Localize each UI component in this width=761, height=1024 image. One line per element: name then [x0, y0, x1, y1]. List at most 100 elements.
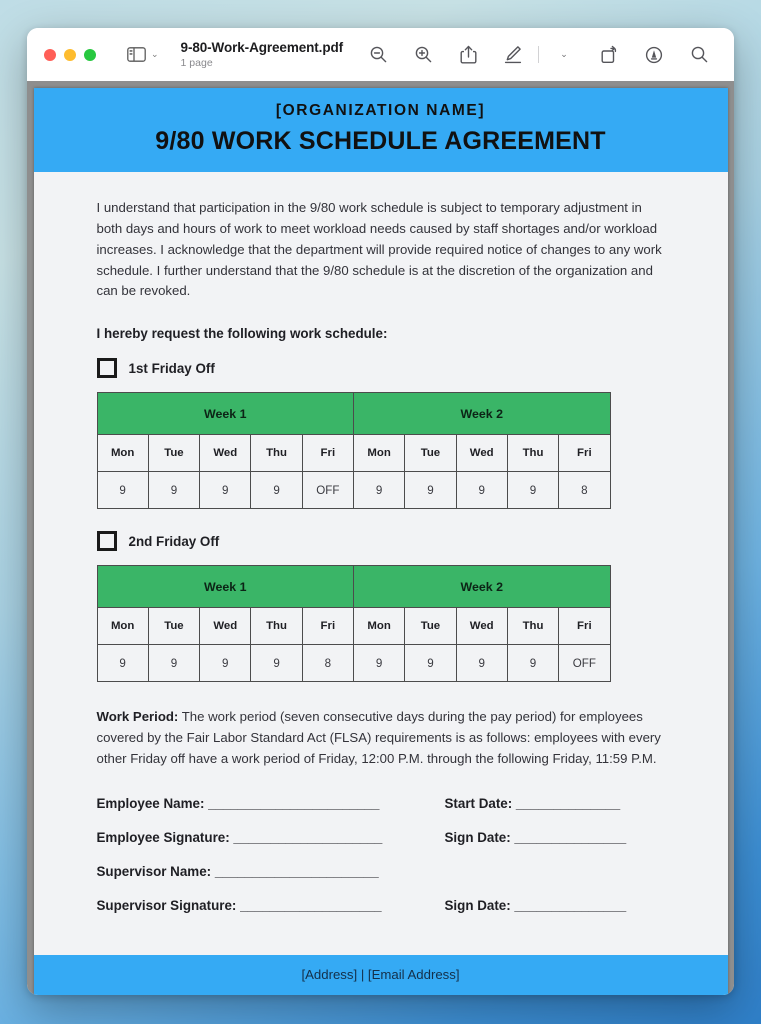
work-period-paragraph: Work Period: The work period (seven cons…: [97, 707, 666, 770]
pen-markup-icon: [504, 46, 522, 64]
work-period-text: The work period (seven consecutive days …: [96, 709, 661, 767]
supervisor-name-field[interactable]: Supervisor Name: ______________________: [97, 864, 445, 879]
day-header: Fri: [558, 607, 611, 646]
day-header: Thu: [250, 607, 303, 646]
hours-cell: 9: [455, 471, 508, 510]
supervisor-name-spacer: [445, 864, 666, 879]
hours-cell: 9: [199, 644, 252, 683]
day-header: Thu: [250, 434, 303, 473]
day-header: Tue: [404, 607, 457, 646]
checkbox-1st-friday-off[interactable]: [96, 358, 117, 379]
option-label-2: 2nd Friday Off: [128, 533, 220, 549]
table-row-hours: 9 9 9 9 OFF 9 9 9 9 8: [96, 471, 611, 510]
document-main-title: 9/80 WORK SCHEDULE AGREEMENT: [155, 127, 606, 155]
table-row-weeks: Week 1 Week 2: [96, 392, 611, 436]
week-header-2: Week 2: [352, 392, 611, 436]
preview-window: ⌄ 9-80-Work-Agreement.pdf 1 page ⌄ [ORGA…: [27, 28, 734, 995]
day-header: Mon: [96, 607, 149, 646]
day-header: Thu: [506, 607, 560, 646]
hours-cell: 9: [404, 471, 457, 510]
pdf-viewer-area[interactable]: [ORGANIZATION NAME] 9/80 WORK SCHEDULE A…: [27, 81, 734, 995]
rotate-button[interactable]: [598, 44, 620, 66]
signature-section: Employee Name: _______________________ S…: [97, 796, 666, 913]
document-header-banner: [ORGANIZATION NAME] 9/80 WORK SCHEDULE A…: [33, 88, 728, 172]
table-row-hours: 9 9 9 9 8 9 9 9 9 OFF: [96, 644, 611, 683]
day-header: Tue: [404, 434, 457, 473]
document-body: I understand that participation in the 9…: [34, 172, 728, 927]
day-header: Fri: [301, 434, 354, 473]
sign-date-field-1[interactable]: Sign Date: _______________: [445, 830, 666, 845]
share-button[interactable]: [457, 44, 479, 66]
hours-cell: 9: [404, 644, 457, 683]
option-row-1[interactable]: 1st Friday Off: [96, 358, 666, 379]
search-button[interactable]: [688, 44, 710, 66]
hours-cell: 9: [96, 471, 149, 510]
annotate-pen-circle-icon: [645, 46, 663, 63]
window-toolbar: ⌄: [367, 44, 710, 66]
hours-cell: 9: [147, 644, 201, 683]
schedule-table-1: Week 1 Week 2 Mon Tue Wed Thu Fri Mon Tu…: [96, 392, 611, 510]
traffic-light-group: [44, 48, 96, 61]
zoom-out-button[interactable]: [367, 44, 389, 66]
hours-cell: 9: [506, 644, 560, 683]
day-header: Wed: [455, 434, 508, 473]
work-period-label: Work Period:: [96, 709, 179, 725]
zoom-window-button[interactable]: [84, 48, 96, 61]
markup-options-button[interactable]: ⌄: [553, 44, 575, 66]
rotate-icon: [601, 45, 617, 64]
day-header: Mon: [96, 434, 149, 473]
schedule-table-2: Week 1 Week 2 Mon Tue Wed Thu Fri Mon Tu…: [96, 565, 611, 683]
hours-cell: 9: [250, 471, 303, 510]
document-page-count: 1 page: [180, 56, 213, 69]
organization-name: [ORGANIZATION NAME]: [275, 102, 486, 119]
request-heading: I hereby request the following work sche…: [96, 326, 388, 342]
hours-cell: 9: [147, 471, 201, 510]
search-icon: [691, 46, 707, 63]
hours-cell: 9: [455, 644, 508, 683]
day-header: Wed: [455, 607, 508, 646]
zoom-in-button[interactable]: [412, 44, 434, 66]
day-header: Thu: [506, 434, 560, 473]
option-label-1: 1st Friday Off: [128, 360, 215, 376]
checkbox-2nd-friday-off[interactable]: [96, 531, 117, 552]
minimize-window-button[interactable]: [64, 48, 76, 61]
employee-signature-field[interactable]: Employee Signature: ____________________: [97, 830, 445, 845]
hours-cell: 9: [250, 644, 303, 683]
sidebar-toggle-button[interactable]: ⌄: [127, 47, 159, 62]
day-header: Tue: [147, 434, 201, 473]
document-footer-banner: [Address] | [Email Address]: [33, 955, 728, 995]
day-header: Mon: [352, 607, 406, 646]
zoom-in-icon: [415, 46, 431, 63]
start-date-field[interactable]: Start Date: ______________: [445, 796, 666, 811]
window-titlebar: ⌄ 9-80-Work-Agreement.pdf 1 page ⌄: [27, 28, 734, 81]
sign-date-field-2[interactable]: Sign Date: _______________: [445, 898, 666, 913]
supervisor-signature-field[interactable]: Supervisor Signature: __________________…: [97, 898, 445, 913]
zoom-out-icon: [370, 46, 386, 63]
day-header: Fri: [558, 434, 611, 473]
day-header: Wed: [199, 434, 252, 473]
table-row-weeks: Week 1 Week 2: [96, 565, 611, 609]
table-row-days: Mon Tue Wed Thu Fri Mon Tue Wed Thu Fri: [96, 607, 611, 646]
markup-button[interactable]: [502, 44, 524, 66]
option-row-2[interactable]: 2nd Friday Off: [96, 531, 666, 552]
week-header-1: Week 1: [96, 565, 354, 609]
week-header-2: Week 2: [352, 565, 611, 609]
hours-cell: 9: [352, 471, 406, 510]
chevron-down-icon: ⌄: [560, 49, 568, 59]
sidebar-icon: [127, 47, 146, 62]
document-filename: 9-80-Work-Agreement.pdf: [180, 40, 344, 56]
hours-cell: 9: [506, 471, 560, 510]
hours-cell: OFF: [301, 471, 354, 510]
day-header: Mon: [352, 434, 406, 473]
employee-name-field[interactable]: Employee Name: _______________________: [97, 796, 445, 811]
pdf-page: [ORGANIZATION NAME] 9/80 WORK SCHEDULE A…: [33, 88, 728, 995]
day-header: Fri: [301, 607, 354, 646]
intro-paragraph: I understand that participation in the 9…: [96, 200, 662, 299]
hours-cell: 9: [352, 644, 406, 683]
close-window-button[interactable]: [44, 48, 56, 61]
week-header-1: Week 1: [96, 392, 354, 436]
day-header: Tue: [147, 607, 201, 646]
document-title-block: 9-80-Work-Agreement.pdf 1 page: [180, 40, 344, 69]
toolbar-divider: [538, 46, 540, 63]
annotate-button[interactable]: [643, 44, 665, 66]
